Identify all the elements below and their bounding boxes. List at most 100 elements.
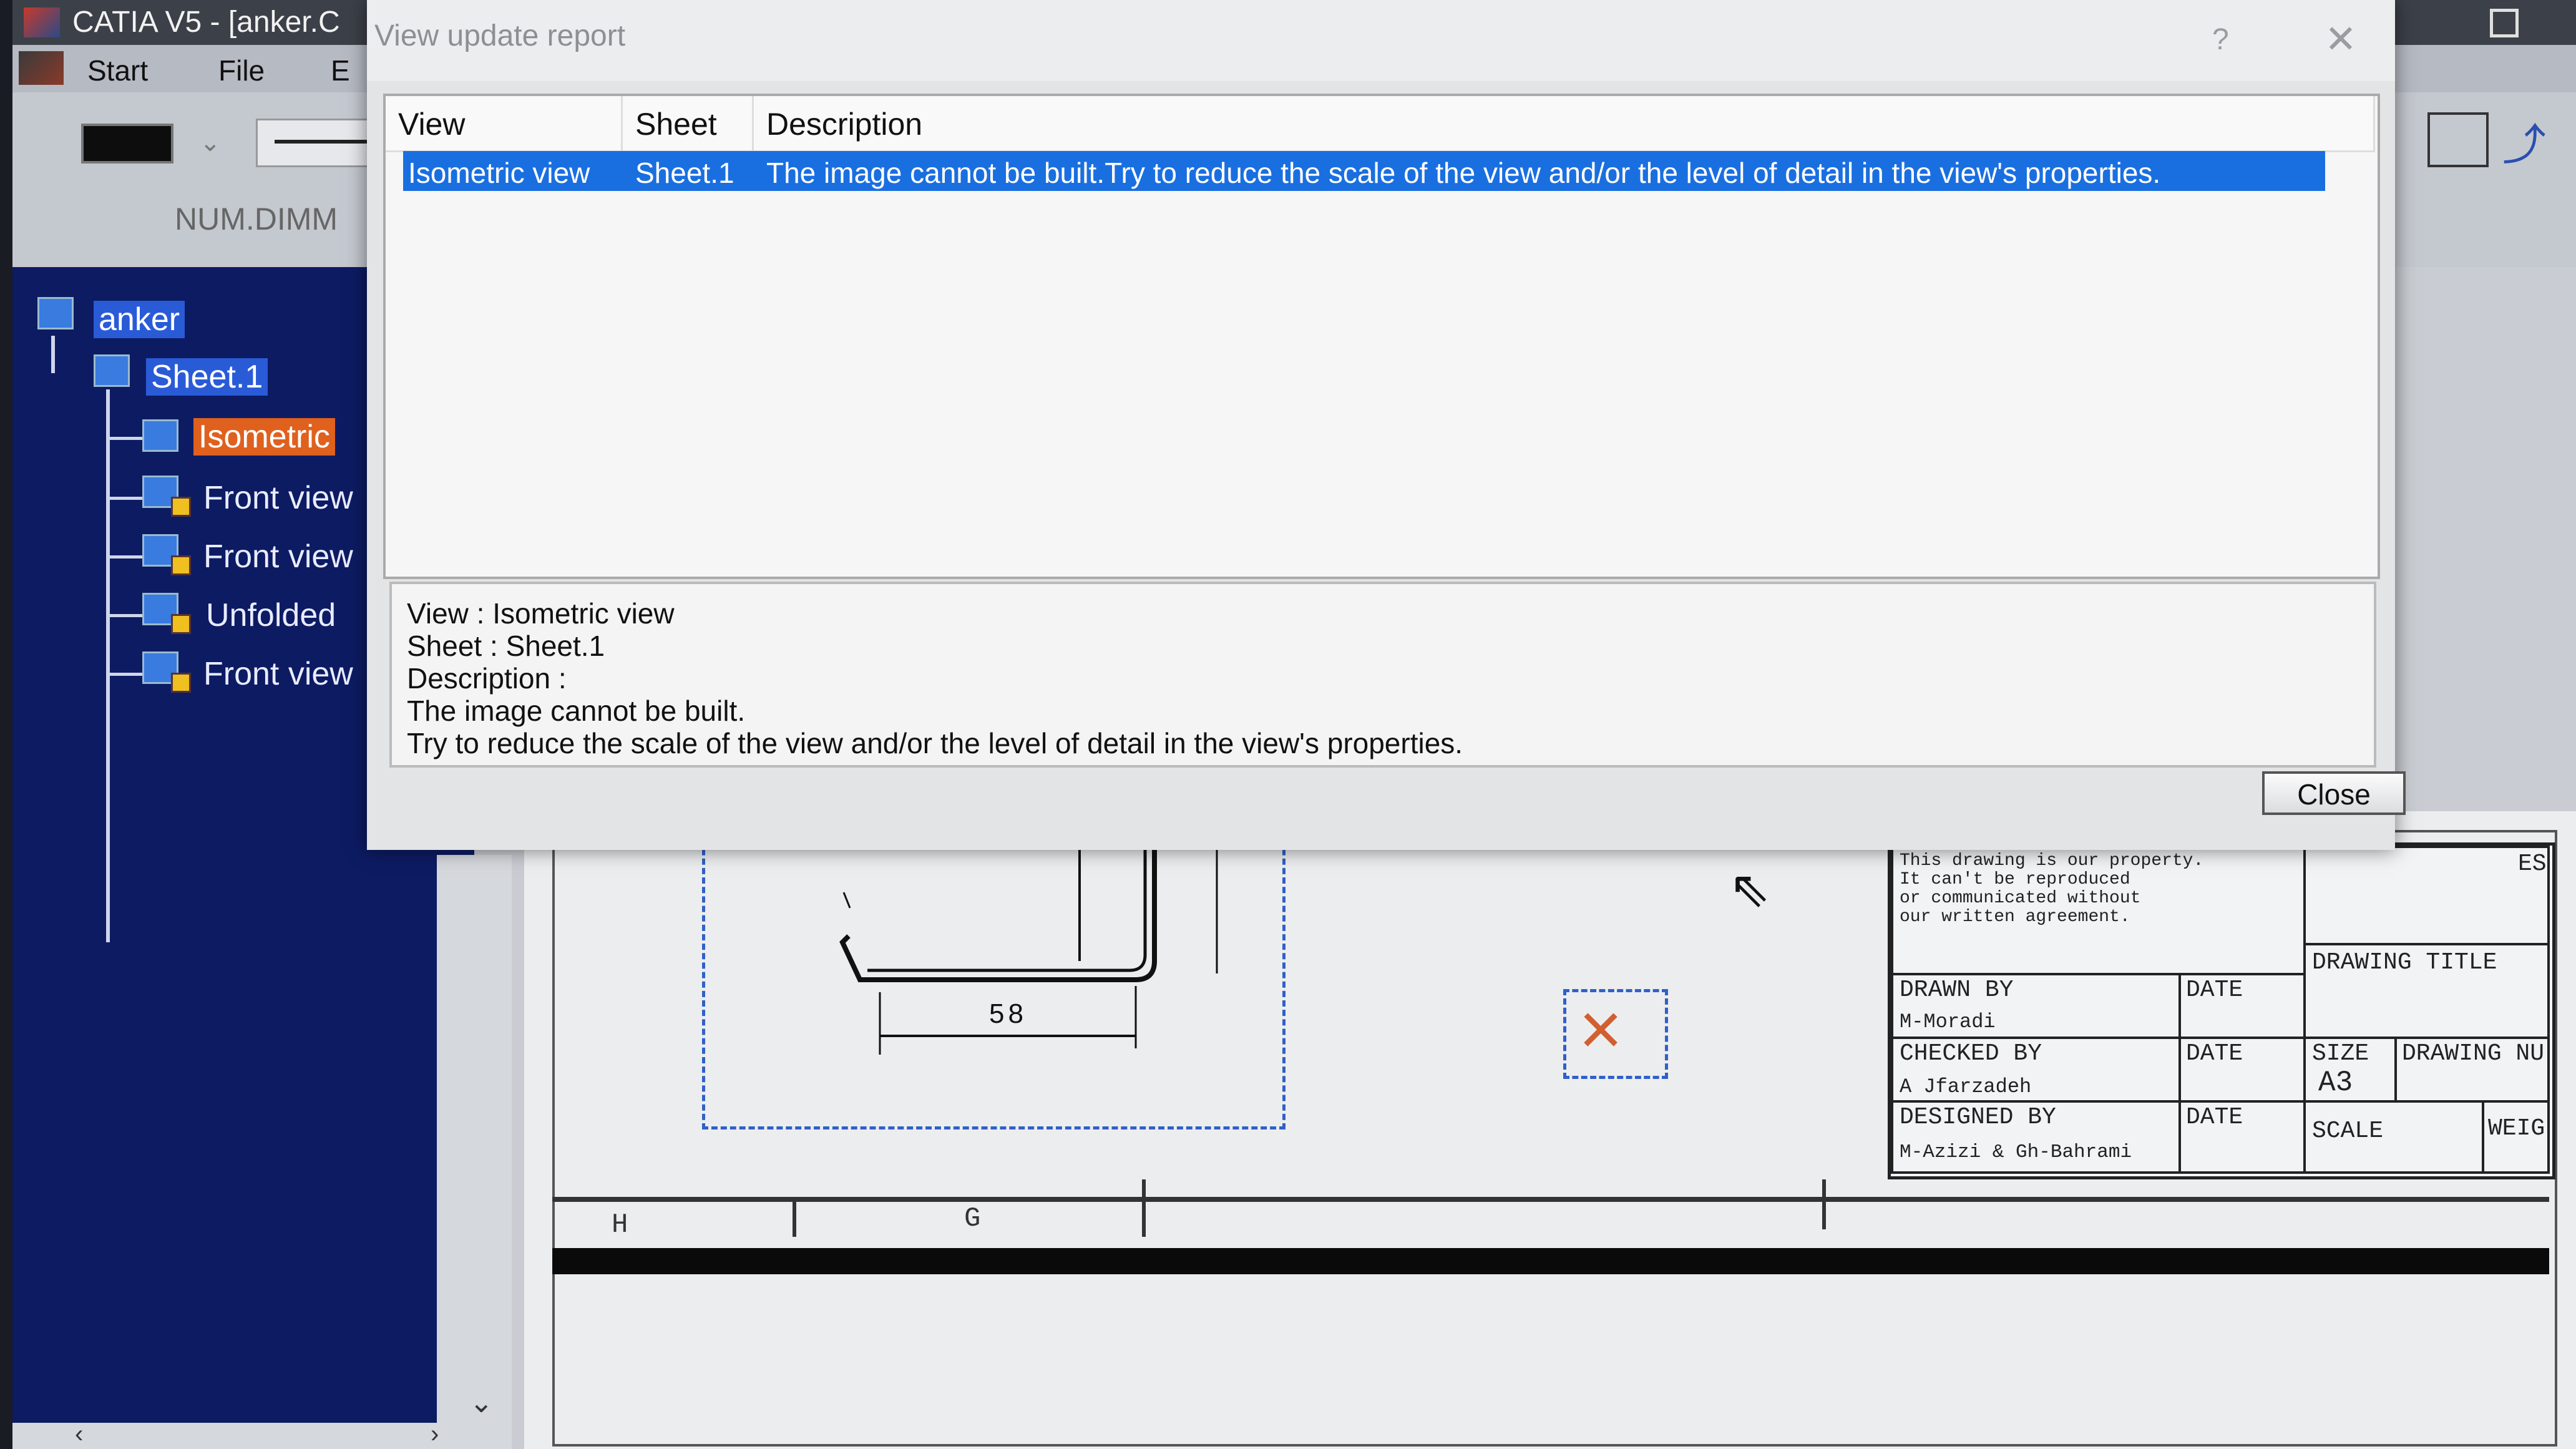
line-color-swatch[interactable] [81, 124, 173, 163]
menu-edit[interactable]: E [331, 54, 350, 87]
drawing-title-label: DRAWING TITLE [2312, 949, 2497, 976]
drawing-title-cell: DRAWING TITLE [2303, 943, 2550, 1039]
menu-file[interactable]: File [218, 54, 265, 87]
drawing-icon [37, 297, 74, 329]
scale-label: SCALE [2312, 1118, 2384, 1144]
designed-by-cell: DESIGNED BY M-Azizi & Gh-Bahrami [1891, 1100, 2181, 1174]
dimension-tool-icon[interactable] [2427, 112, 2489, 167]
detail-description-label: Description : [407, 662, 567, 695]
weight-cell: WEIG [2482, 1100, 2550, 1174]
property-note-cell: This drawing is our property. It can't b… [1891, 846, 2306, 975]
view-status-icon [171, 497, 191, 517]
sketch-tool-icon[interactable]: ⤴ [2502, 110, 2559, 169]
tree-connector [51, 336, 55, 373]
drawing-number-label: DRAWING NU [2402, 1040, 2545, 1067]
date-label: DATE [2186, 1040, 2243, 1067]
zone-ruler [552, 1197, 2549, 1202]
tree-item-isometric[interactable]: Isometric [193, 418, 335, 456]
detail-hint: Try to reduce the scale of the view and/… [407, 727, 1463, 759]
view-status-icon [171, 673, 191, 693]
mouse-cursor-icon: ⇖ [1729, 861, 1771, 917]
corner-cell: ES [2303, 846, 2550, 945]
drawn-by-value: M-Moradi [1900, 1010, 1996, 1033]
tree-item-front-view-3[interactable]: Front view [203, 655, 353, 693]
dialog-title: View update report [374, 19, 626, 52]
title-block: This drawing is our property. It can't b… [1888, 842, 2555, 1179]
report-list[interactable]: View Sheet Description Isometric view Sh… [383, 94, 2380, 579]
tree-vertical-scrollbar[interactable] [437, 855, 512, 1449]
tree-item-unfolded[interactable]: Unfolded [206, 597, 336, 634]
detail-view: View : Isometric view [407, 597, 675, 630]
row-view-cell: Isometric view [408, 157, 590, 189]
chevron-left-icon[interactable]: ‹ [75, 1420, 83, 1448]
tree-connector [106, 437, 144, 440]
tree-connector [106, 497, 144, 500]
missing-image-icon: × [1579, 987, 1623, 1071]
size-cell: SIZE A3 [2303, 1037, 2397, 1103]
row-sheet-cell: Sheet.1 [635, 157, 734, 189]
tree-root-anker[interactable]: anker [94, 301, 185, 338]
column-header-view[interactable]: View [386, 96, 623, 152]
zone-divider [793, 1197, 796, 1237]
menu-start[interactable]: Start [87, 54, 148, 87]
tree-connector [106, 614, 144, 617]
window-title: CATIA V5 - [anker.C [72, 6, 340, 39]
column-header-description[interactable]: Description [754, 96, 2375, 152]
detail-sheet: Sheet : Sheet.1 [407, 630, 605, 662]
checked-by-value: A Jfarzadeh [1900, 1075, 2032, 1098]
drawing-number-cell: DRAWING NU [2394, 1037, 2550, 1103]
tree-item-front-view-2[interactable]: Front view [203, 538, 353, 575]
zone-divider [1822, 1179, 1826, 1229]
tree-item-front-view-1[interactable]: Front view [203, 479, 353, 517]
close-button[interactable]: Close [2262, 771, 2406, 815]
chevron-right-icon[interactable]: › [431, 1420, 439, 1448]
restore-window-icon[interactable] [2490, 9, 2519, 37]
tree-connector [106, 389, 110, 942]
sheet-icon [94, 354, 130, 387]
date-cell: DATE [2178, 1100, 2306, 1174]
num-dimm-field[interactable]: NUM.DIMM [175, 201, 338, 237]
weight-label: WEIG [2488, 1115, 2545, 1142]
isometric-view-icon [142, 419, 178, 452]
chevron-down-icon[interactable]: ⌄ [200, 129, 221, 157]
tree-connector [106, 673, 144, 676]
column-header-sheet[interactable]: Sheet [623, 96, 754, 152]
detail-panel: View : Isometric view Sheet : Sheet.1 De… [389, 582, 2376, 768]
drawn-by-label: DRAWN BY [1900, 977, 2014, 1003]
scale-cell: SCALE [2303, 1100, 2484, 1174]
help-icon[interactable]: ? [2212, 22, 2229, 57]
zone-divider [1142, 1179, 1146, 1237]
row-description-cell: The image cannot be built.Try to reduce … [766, 157, 2161, 189]
designed-by-value: M-Azizi & Gh-Bahrami [1900, 1141, 2132, 1163]
size-label: SIZE [2312, 1040, 2369, 1067]
date-cell: DATE [2178, 973, 2306, 1039]
tree-connector [106, 555, 144, 559]
property-note-line: or communicated without [1900, 889, 2141, 908]
checked-by-label: CHECKED BY [1900, 1040, 2042, 1067]
tree-sheet[interactable]: Sheet.1 [146, 358, 268, 396]
line-type-preview [275, 140, 368, 144]
view-status-icon [171, 614, 191, 634]
view-update-report-dialog: View update report ? ✕ View Sheet Descri… [367, 0, 2406, 850]
checked-by-cell: CHECKED BY A Jfarzadeh [1891, 1037, 2181, 1103]
close-icon[interactable]: ✕ [2325, 16, 2357, 62]
size-value: A3 [2318, 1066, 2353, 1099]
date-cell: DATE [2178, 1037, 2306, 1103]
zone-label-h: H [612, 1209, 628, 1241]
start-menu-icon[interactable] [19, 51, 64, 85]
view-status-icon [171, 555, 191, 575]
dialog-title-bar: View update report ? ✕ [367, 0, 2395, 81]
property-note-line: It can't be reproduced [1900, 870, 2130, 889]
bracket-profile [839, 849, 1218, 1055]
property-note-line: our written agreement. [1900, 907, 2130, 927]
sheet-bottom-border [552, 1248, 2549, 1274]
dimension-label: 58 [989, 998, 1027, 1029]
property-note-line: This drawing is our property. [1900, 851, 2204, 871]
designed-by-label: DESIGNED BY [1900, 1104, 2056, 1131]
chevron-down-icon[interactable]: ⌄ [469, 1385, 494, 1419]
catia-logo-icon [24, 7, 60, 37]
drawn-by-cell: DRAWN BY M-Moradi [1891, 973, 2181, 1039]
zone-label-g: G [964, 1203, 981, 1234]
date-label: DATE [2186, 977, 2243, 1003]
date-label: DATE [2186, 1104, 2243, 1131]
